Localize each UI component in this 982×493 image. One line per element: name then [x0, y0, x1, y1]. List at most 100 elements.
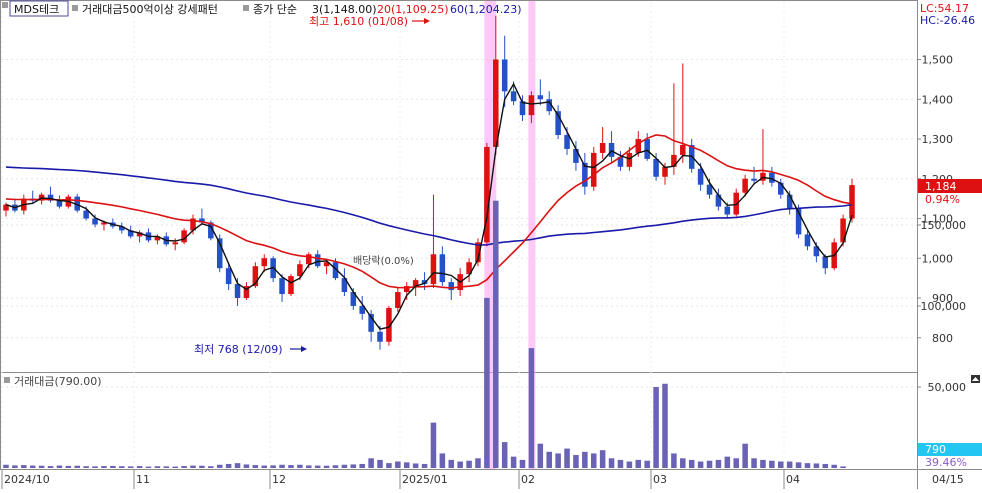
volume-bar	[92, 466, 98, 468]
volume-bar	[751, 458, 757, 468]
low-annotation-text: 최저 768 (12/09)	[194, 343, 283, 356]
volume-bar	[671, 453, 677, 468]
volume-bar	[501, 442, 508, 468]
volume-bar	[421, 463, 428, 468]
candle-body	[573, 148, 579, 163]
candle-body	[395, 292, 401, 308]
ma-60-label: 60(1,204.23)	[450, 3, 522, 16]
candle-body	[751, 178, 757, 181]
volume-bar	[119, 466, 125, 468]
candle-body	[822, 256, 829, 269]
volume-bar	[760, 459, 766, 468]
volume-bar	[279, 464, 285, 468]
volume-tick-label: 150,000	[921, 219, 967, 232]
price-tick-label: 800	[932, 332, 953, 345]
current-volume-label: 790	[925, 443, 946, 456]
date-tick-label: 2025/01	[402, 473, 448, 486]
volume-bar	[804, 463, 811, 468]
volume-legend: 거래대금(790.00)	[4, 375, 102, 388]
volume-bar	[724, 456, 731, 468]
price-tick-label: 1,400	[922, 93, 954, 106]
date-tick-label: 2024/10	[4, 473, 50, 486]
candle-body	[769, 172, 775, 183]
volume-bar	[56, 465, 63, 468]
volume-bar	[199, 465, 205, 468]
volume-bar	[573, 455, 579, 468]
volume-bar	[314, 465, 321, 468]
date-tick-label: 12	[272, 473, 286, 486]
legend-marker	[2, 2, 8, 8]
volume-bar	[288, 465, 294, 468]
candle-body	[590, 152, 597, 187]
candle-body	[430, 254, 437, 285]
candle-body	[501, 59, 508, 92]
stock-chart[interactable]: 8009001,0001,1001,2001,3001,4001,500 50,…	[0, 0, 982, 489]
candle-body	[56, 200, 63, 207]
volume-bar	[635, 459, 642, 468]
volume-bar	[457, 461, 463, 468]
volume-bar	[252, 465, 259, 468]
candle-body	[671, 154, 677, 167]
volume-bar	[110, 465, 116, 468]
dividend-label: 배당락(0.0%)	[353, 255, 414, 267]
candle-body	[680, 144, 686, 155]
volume-bar	[368, 458, 374, 468]
candle-body	[493, 59, 499, 147]
date-tick-label: 04	[786, 473, 800, 486]
volume-bar	[395, 461, 401, 468]
volume-bar	[208, 466, 214, 468]
volume-bar	[359, 463, 365, 468]
volume-bar	[528, 348, 535, 468]
volume-bar	[12, 465, 18, 468]
candle-body	[83, 210, 89, 219]
candle-body	[528, 95, 535, 116]
volume-bar	[83, 466, 89, 468]
volume-bar	[510, 456, 517, 468]
volume-bar	[270, 465, 276, 468]
volume-bar	[412, 463, 419, 468]
volume-bar	[181, 466, 187, 468]
volume-bar	[332, 465, 339, 468]
volume-bar	[216, 464, 223, 468]
candle-body	[608, 142, 615, 157]
volume-bar	[243, 464, 250, 468]
volume-bar	[47, 466, 54, 468]
volume-bar	[733, 458, 739, 468]
volume-bar	[582, 451, 588, 468]
current-price-label: 1,184	[925, 180, 957, 193]
volume-bar	[680, 458, 686, 468]
volume-title: 거래대금(790.00)	[14, 375, 102, 388]
candle-body	[564, 135, 570, 149]
volume-bar	[484, 297, 490, 468]
price-tick-label: 1,300	[922, 133, 954, 146]
candle-body	[314, 254, 321, 267]
candle-body	[510, 91, 517, 102]
volume-bar	[786, 461, 793, 468]
candle-body	[653, 158, 659, 177]
volume-bar	[466, 460, 472, 468]
volume-bar	[546, 451, 552, 468]
volume-bar	[822, 463, 829, 468]
volume-tick-label: 50,000	[928, 381, 967, 394]
volume-bar	[101, 466, 107, 468]
candle-body	[662, 166, 668, 177]
candle-body	[742, 178, 748, 193]
candle-body	[172, 242, 178, 245]
legend-marker	[72, 5, 78, 11]
candle-body	[537, 95, 544, 100]
candle-body	[234, 284, 241, 298]
volume-bar	[795, 462, 802, 468]
volume-bar	[697, 461, 704, 468]
volume-bar	[145, 466, 152, 468]
candle-body	[715, 194, 722, 207]
volume-bar	[136, 466, 143, 468]
volume-bar	[403, 462, 410, 468]
volume-bar	[706, 460, 713, 468]
volume-bar	[172, 466, 178, 468]
candle-body	[439, 254, 446, 283]
volume-bar	[341, 464, 348, 468]
volume-bar	[519, 459, 526, 468]
volume-bar	[777, 461, 784, 468]
volume-bar	[813, 463, 820, 468]
date-tick-label: 11	[136, 473, 150, 486]
